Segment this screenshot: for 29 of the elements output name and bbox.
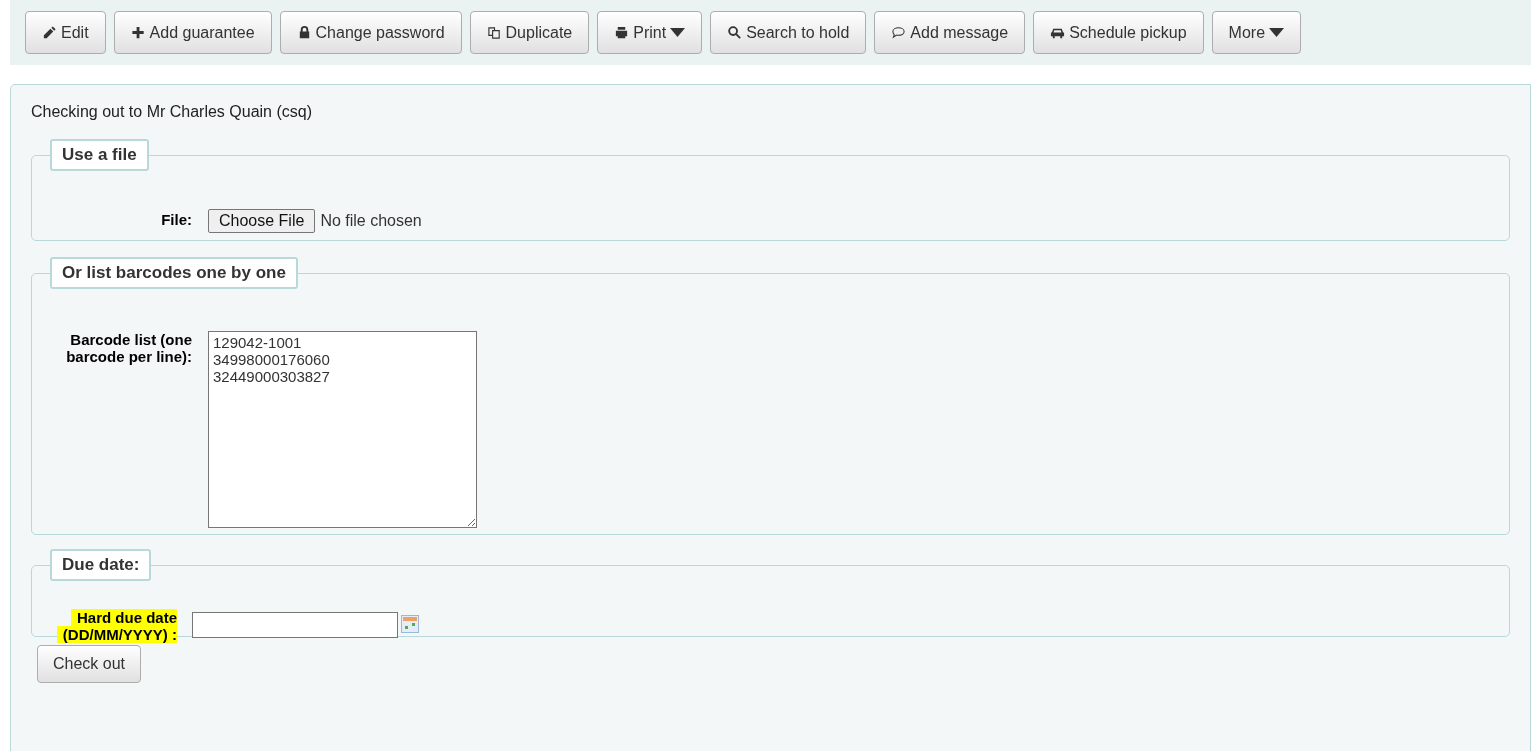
file-status: No file chosen: [320, 212, 422, 230]
check-out-button[interactable]: Check out: [37, 645, 142, 683]
fieldset-legend: Due date:: [50, 549, 152, 581]
calendar-icon[interactable]: [401, 615, 419, 633]
plus-icon: [130, 25, 146, 40]
copy-icon: [486, 25, 502, 40]
search-icon: [727, 25, 743, 40]
speech-bubble-icon: [891, 25, 907, 40]
field-label: (DD/MM/YYYY) :: [56, 626, 177, 643]
fieldset-legend: Or list barcodes one by one: [50, 257, 298, 289]
toolbar-button[interactable]: Add message: [874, 11, 1026, 54]
toolbar-button[interactable]: Print: [597, 11, 703, 54]
toolbar-button[interactable]: Schedule pickup: [1033, 11, 1204, 54]
checkout-heading: Checking out to Mr Charles Quain (csq): [31, 103, 313, 121]
field-label: File:: [160, 211, 192, 228]
printer-icon: [614, 25, 630, 40]
toolbar-button[interactable]: Search to hold: [710, 11, 867, 54]
choose-file-button[interactable]: Choose File: [208, 209, 316, 233]
toolbar-button[interactable]: Change password: [279, 11, 462, 54]
toolbar-button[interactable]: Duplicate: [469, 11, 590, 54]
fieldset-legend: Use a file: [50, 139, 149, 171]
toolbar-button[interactable]: More: [1211, 11, 1302, 54]
toolbar-button[interactable]: Add guarantee: [113, 11, 272, 54]
pencil-icon: [42, 25, 57, 40]
field-label: Barcode list (one barcode per line):: [65, 331, 192, 365]
field-label: Hard due date: [70, 609, 177, 626]
barcode-textarea[interactable]: 129042-1001 34998000176060 32449000303827: [208, 331, 477, 528]
toolbar-button[interactable]: Edit: [25, 11, 106, 54]
due-date-field[interactable]: [192, 612, 398, 638]
